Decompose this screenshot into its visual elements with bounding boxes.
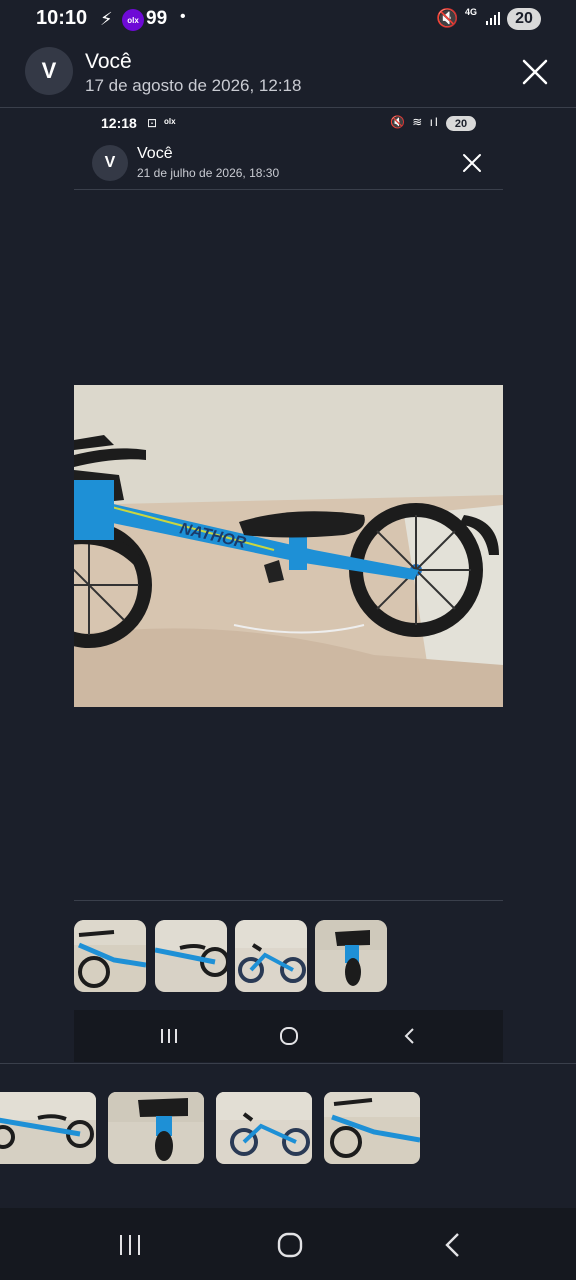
inner-header-divider [74, 189, 503, 190]
app-99-badge: 99 [146, 8, 168, 29]
thumbnail-4[interactable] [324, 1092, 420, 1164]
network-type: 4G [465, 7, 478, 17]
recents-button[interactable] [110, 1230, 150, 1260]
olx-app-icon: olx [122, 9, 144, 31]
recents-icon [154, 1024, 184, 1048]
inner-thumbnail-2 [155, 920, 227, 992]
thumbnail-1[interactable] [0, 1092, 96, 1164]
inner-gallery-divider [74, 900, 503, 901]
recents-icon [120, 1235, 140, 1255]
status-bar: 10:10 ⚡ olx 99 • 🔇 4G 20 [0, 0, 576, 40]
bike-photo: NATHOR [74, 385, 503, 707]
close-icon [522, 59, 548, 85]
inner-status-icons: 🔇 ≋ ıl [390, 115, 440, 129]
signal-icon [485, 10, 503, 31]
home-icon [277, 1232, 303, 1258]
inner-message-date: 21 de julho de 2026, 18:30 [137, 166, 280, 180]
inner-thumbnail-4 [315, 920, 387, 992]
inner-close-button [460, 151, 484, 175]
inner-navigation-bar [74, 1010, 503, 1062]
sender-name: Você [85, 50, 132, 73]
thumbnail-2[interactable] [108, 1092, 204, 1164]
inner-avatar: V [92, 145, 128, 181]
mute-icon: 🔇 [436, 8, 459, 28]
close-button[interactable] [518, 55, 552, 89]
avatar: V [25, 47, 73, 95]
close-icon [463, 154, 481, 172]
status-time: 10:10 [36, 7, 88, 29]
thumbnail-3[interactable] [216, 1092, 312, 1164]
scan-icon: ⊡ [147, 116, 158, 130]
navigation-bar [0, 1208, 576, 1280]
back-icon [394, 1024, 424, 1048]
battery-indicator: 20 [507, 8, 541, 30]
inner-battery-indicator: 20 [446, 116, 476, 131]
bolt-icon: ⚡ [100, 9, 113, 29]
home-button[interactable] [270, 1228, 310, 1262]
home-icon [274, 1024, 304, 1048]
inner-thumbnail-1 [74, 920, 146, 992]
inner-thumbnail-3 [235, 920, 307, 992]
back-button[interactable] [432, 1228, 472, 1262]
inner-olx-icon: olx [164, 117, 176, 126]
gallery-divider [0, 1063, 576, 1064]
inner-status-time: 12:18 [101, 115, 137, 131]
header-divider [0, 107, 576, 108]
notification-dot-icon: • [180, 8, 186, 25]
back-icon [445, 1233, 459, 1257]
inner-sender-name: Você [137, 145, 173, 162]
message-date: 17 de agosto de 2026, 12:18 [85, 76, 302, 95]
